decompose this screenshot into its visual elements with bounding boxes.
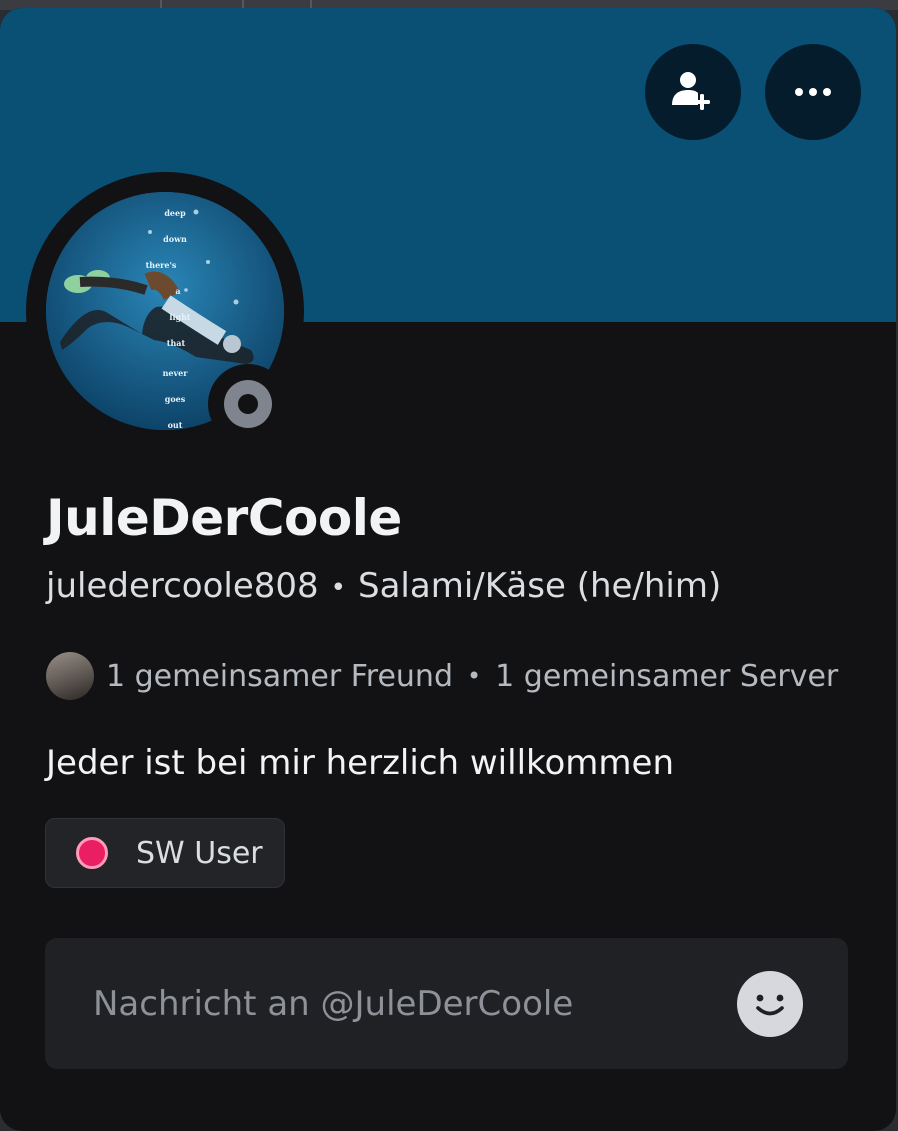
message-composer (45, 938, 848, 1069)
mutuals-line: 1 gemeinsamer Freund • 1 gemeinsamer Serve… (46, 651, 838, 701)
role-chip[interactable]: SW User (45, 818, 285, 888)
emoji-button[interactable] (737, 971, 803, 1037)
pronouns: Salami/Käse (he/him) (358, 566, 722, 606)
avatar-word: deep (164, 208, 186, 218)
avatar-word: down (163, 234, 187, 244)
mutual-friend-avatar (46, 652, 94, 700)
role-color-dot (76, 837, 108, 869)
avatar-word: that (167, 338, 186, 348)
mutual-servers-link[interactable]: 1 gemeinsamer Server (495, 659, 838, 694)
status-indicator (208, 364, 288, 444)
avatar-word: out (168, 420, 183, 430)
avatar-word: goes (165, 394, 186, 404)
avatar-word: light (169, 312, 190, 322)
avatar-word: a (175, 286, 180, 296)
profile-bio: Jeder ist bei mir herzlich willkommen (46, 743, 675, 783)
user-profile-popout: deep down there's a light that never goes out Ju… (0, 8, 896, 1131)
username[interactable]: juledercoole808 (46, 566, 319, 606)
mutual-friends-link[interactable]: 1 gemeinsamer Freund (106, 659, 453, 694)
separator-dot: • (467, 662, 482, 690)
separator-dot: • (330, 572, 346, 603)
avatar-word: there's (146, 260, 177, 270)
add-friend-icon (672, 72, 710, 110)
message-input[interactable] (93, 938, 713, 1069)
offline-status-icon (224, 380, 272, 428)
more-horizontal-icon (795, 88, 831, 96)
username-pronouns-line: juledercoole808 • Salami/Käse (he/him) (46, 562, 721, 612)
more-options-button[interactable] (765, 44, 861, 140)
add-friend-button[interactable] (645, 44, 741, 140)
display-name: JuleDerCoole (46, 489, 402, 547)
emoji-smile-icon (756, 994, 784, 1016)
avatar-word: never (163, 368, 189, 378)
role-name: SW User (136, 835, 263, 871)
